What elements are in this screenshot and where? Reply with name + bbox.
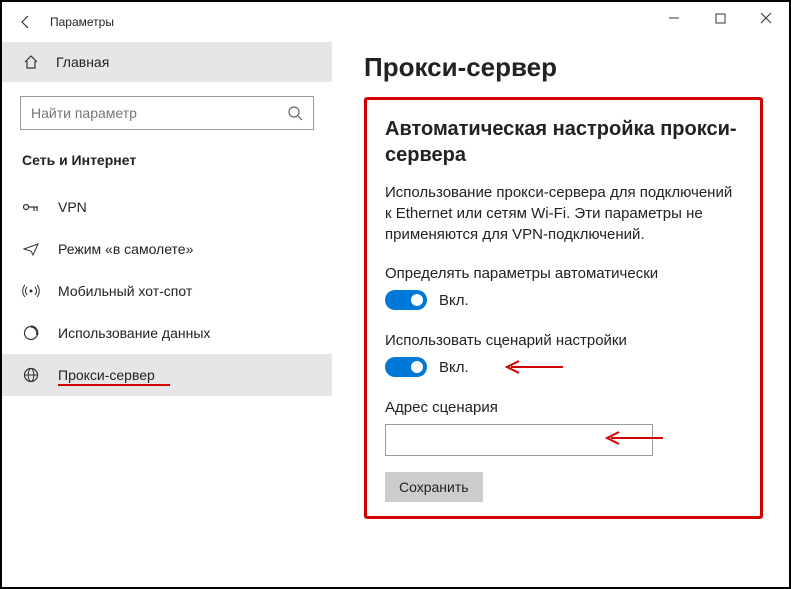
page-title: Прокси-сервер bbox=[364, 52, 763, 83]
category-title: Сеть и Интернет bbox=[2, 148, 332, 186]
annotation-box: Автоматическая настройка прокси-сервера … bbox=[364, 97, 763, 519]
sidebar: Главная Сеть и Интернет VPN bbox=[2, 42, 332, 587]
globe-icon bbox=[22, 367, 40, 383]
app-title: Параметры bbox=[50, 15, 114, 29]
annotation-arrow-icon bbox=[505, 359, 565, 375]
use-script-state: Вкл. bbox=[439, 359, 469, 376]
home-label: Главная bbox=[56, 54, 109, 70]
save-button[interactable]: Сохранить bbox=[385, 472, 483, 502]
auto-detect-label: Определять параметры автоматически bbox=[385, 265, 742, 282]
sidebar-item-label: Мобильный хот-спот bbox=[58, 283, 192, 299]
minimize-button[interactable] bbox=[651, 2, 697, 34]
data-usage-icon bbox=[22, 325, 40, 341]
vpn-icon bbox=[22, 200, 40, 214]
section-description: Использование прокси-сервера для подключ… bbox=[385, 182, 742, 245]
search-input[interactable] bbox=[31, 105, 262, 121]
search-box[interactable] bbox=[20, 96, 314, 130]
home-nav[interactable]: Главная bbox=[2, 42, 332, 82]
hotspot-icon bbox=[22, 283, 40, 299]
sidebar-item-airplane[interactable]: Режим «в самолете» bbox=[2, 228, 332, 270]
use-script-label: Использовать сценарий настройки bbox=[385, 332, 742, 349]
sidebar-item-proxy[interactable]: Прокси-сервер bbox=[2, 354, 332, 396]
content-pane: Прокси-сервер Автоматическая настройка п… bbox=[332, 42, 789, 587]
annotation-underline bbox=[58, 384, 170, 386]
close-button[interactable] bbox=[743, 2, 789, 34]
sidebar-item-data-usage[interactable]: Использование данных bbox=[2, 312, 332, 354]
sidebar-item-label: Прокси-сервер bbox=[58, 367, 155, 383]
maximize-button[interactable] bbox=[697, 2, 743, 34]
sidebar-item-label: VPN bbox=[58, 199, 87, 215]
annotation-arrow-icon bbox=[605, 430, 665, 446]
airplane-icon bbox=[22, 241, 40, 257]
auto-detect-state: Вкл. bbox=[439, 292, 469, 309]
sidebar-item-hotspot[interactable]: Мобильный хот-спот bbox=[2, 270, 332, 312]
back-button[interactable] bbox=[10, 6, 42, 38]
sidebar-item-vpn[interactable]: VPN bbox=[2, 186, 332, 228]
script-address-label: Адрес сценария bbox=[385, 399, 742, 416]
section-title: Автоматическая настройка прокси-сервера bbox=[385, 116, 742, 168]
sidebar-item-label: Режим «в самолете» bbox=[58, 241, 193, 257]
use-script-toggle[interactable] bbox=[385, 357, 427, 377]
auto-detect-toggle[interactable] bbox=[385, 290, 427, 310]
home-icon bbox=[22, 54, 40, 70]
sidebar-item-label: Использование данных bbox=[58, 325, 210, 341]
search-icon bbox=[287, 105, 303, 121]
settings-window: Параметры Главная bbox=[0, 0, 791, 589]
window-controls bbox=[651, 2, 789, 34]
titlebar: Параметры bbox=[2, 2, 789, 42]
